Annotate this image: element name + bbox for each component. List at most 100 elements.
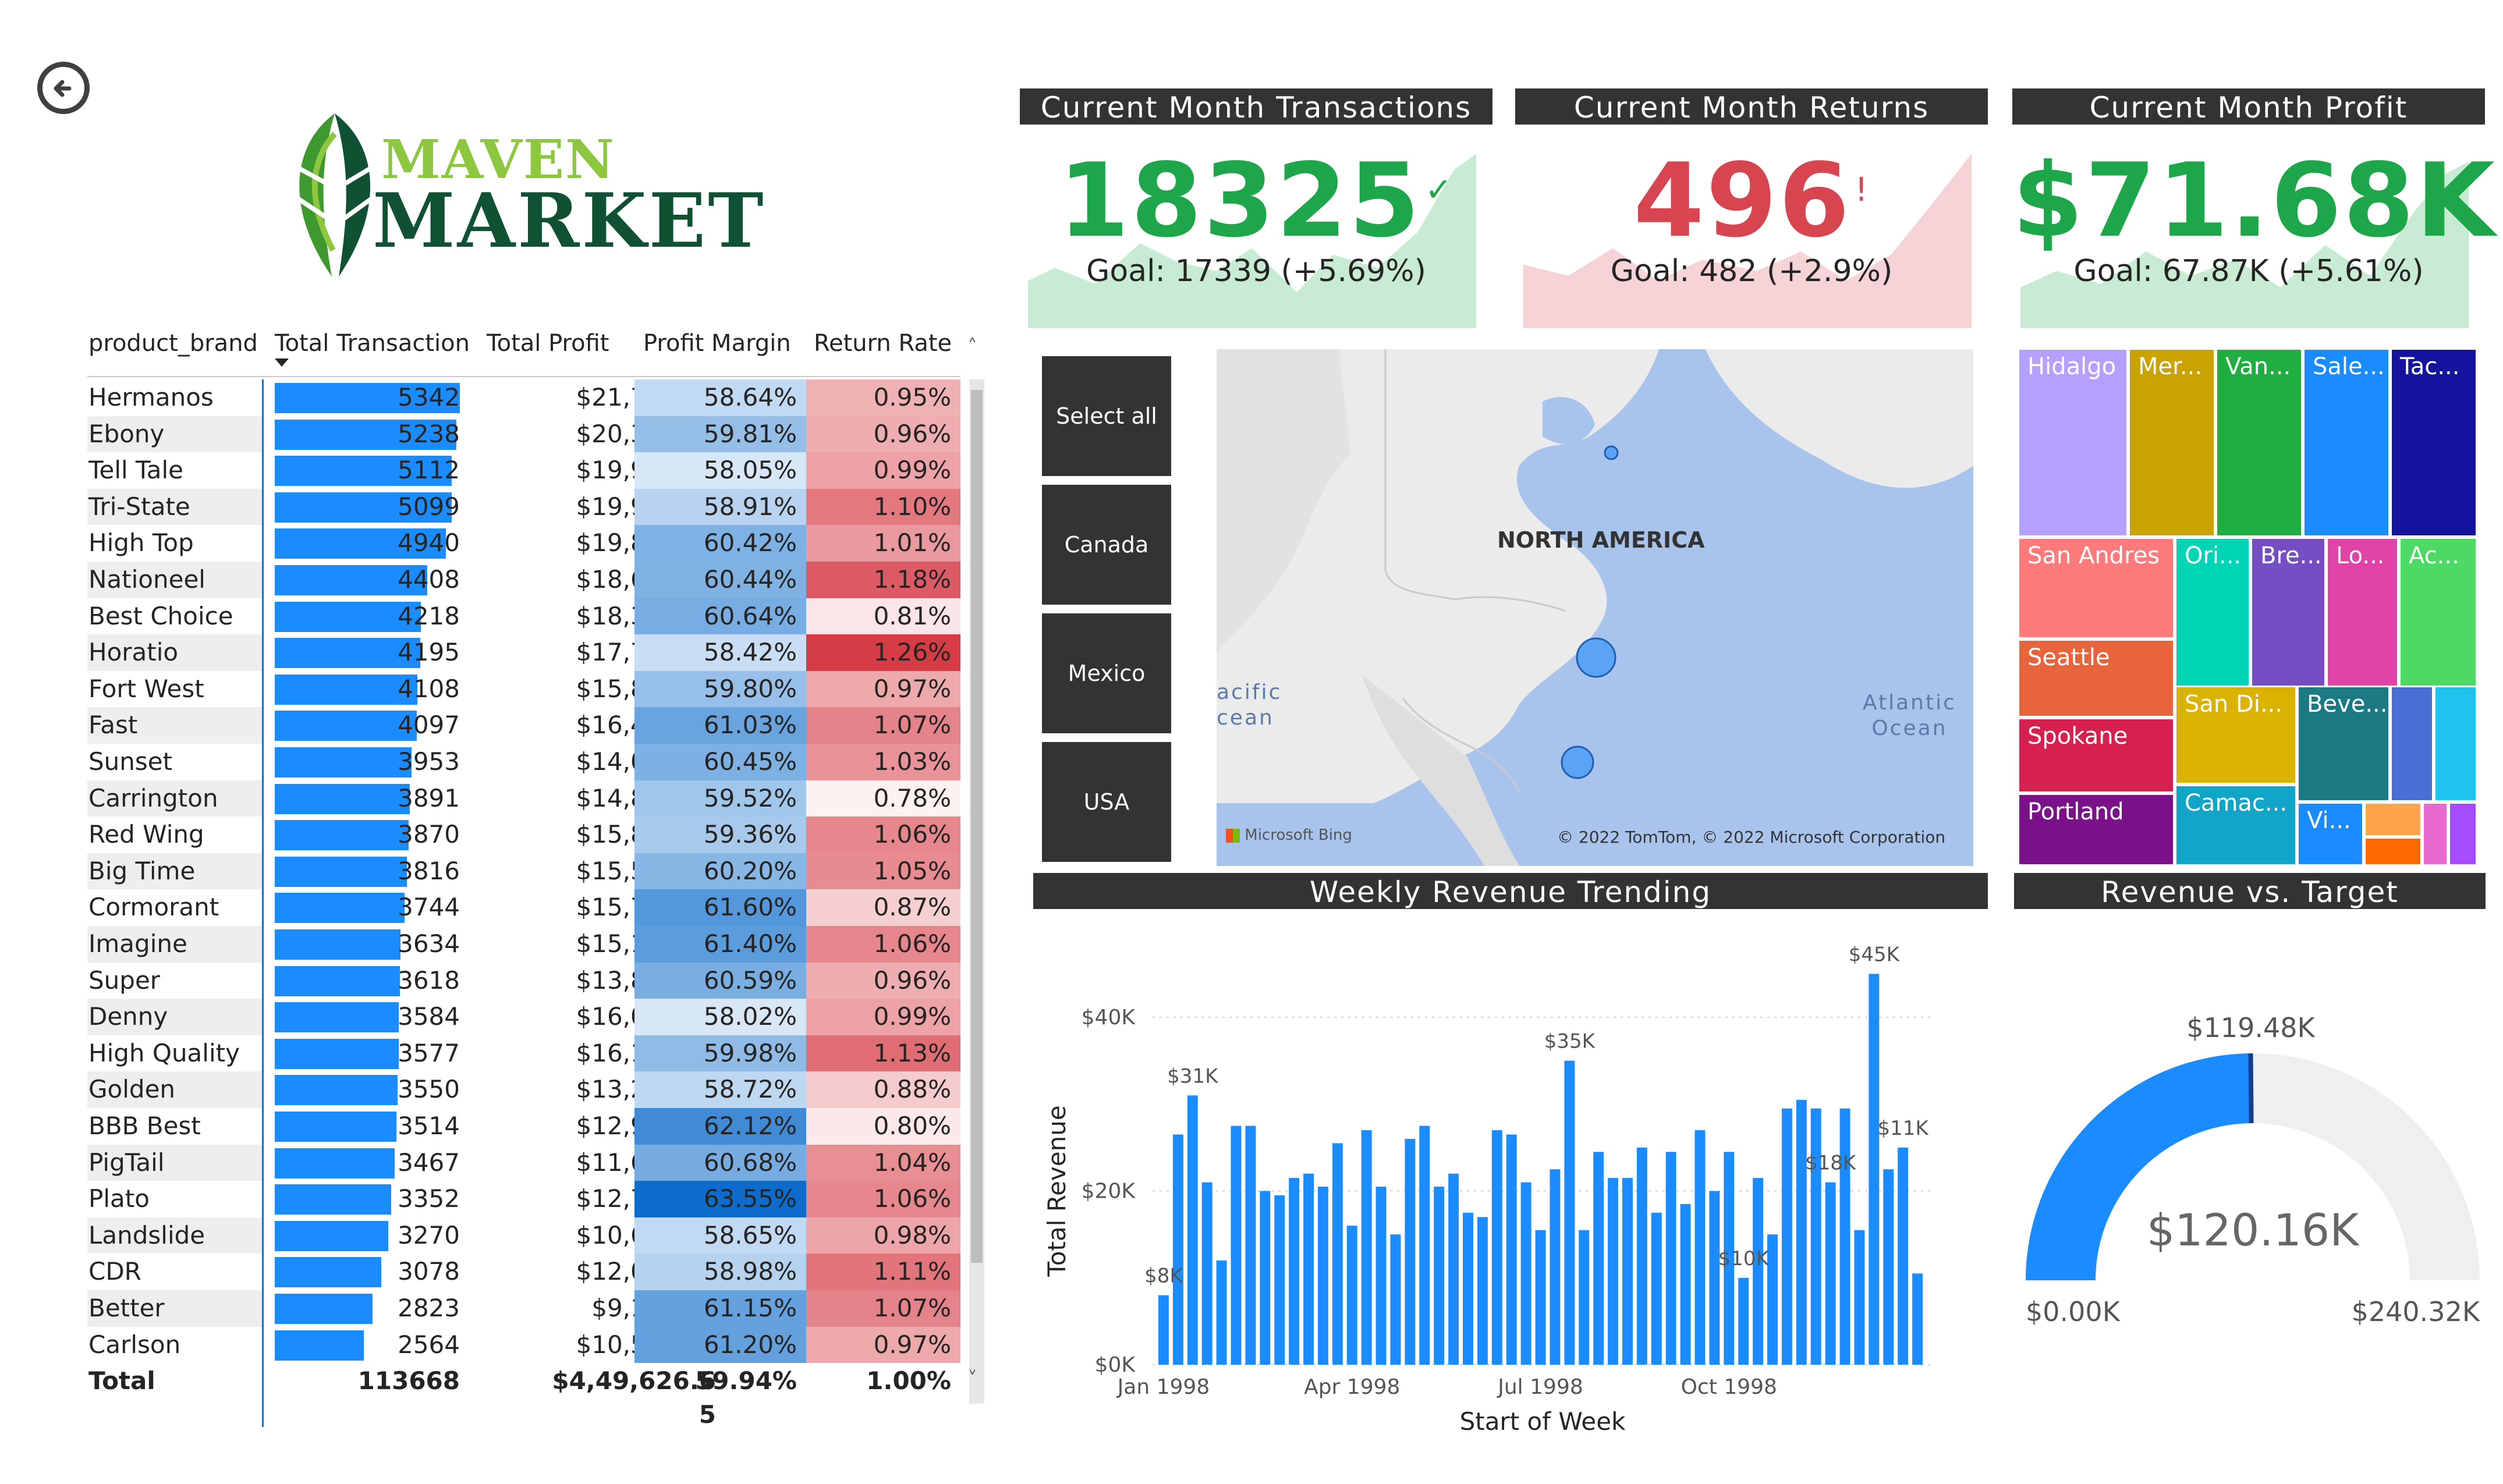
cell-margin: 58.72%: [634, 1071, 806, 1108]
map-ocean-right: Atlantic Ocean: [1863, 690, 1956, 741]
country-slicer-canada[interactable]: Canada: [1042, 485, 1171, 605]
treemap-tile[interactable]: [2364, 802, 2422, 837]
table-row[interactable]: Tell Tale5112$19,982.0358.05%0.99%: [87, 452, 960, 489]
table-scrollbar-thumb[interactable]: [971, 390, 983, 1263]
table-row[interactable]: CDR3078$12,062.1358.98%1.11%: [87, 1254, 960, 1290]
table-row[interactable]: PigTail3467$11,617.2560.68%1.04%: [87, 1144, 960, 1181]
treemap-tile[interactable]: [2422, 802, 2448, 866]
treemap-tile[interactable]: Mer...: [2128, 348, 2215, 537]
cell-transactions: 3352: [398, 1184, 460, 1213]
country-slicer-mexico[interactable]: Mexico: [1042, 613, 1171, 733]
cell-margin: 60.20%: [634, 853, 806, 890]
bing-logo: Microsoft Bing: [1226, 826, 1352, 844]
cell-brand: Sunset: [88, 747, 173, 776]
table-row[interactable]: Red Wing3870$15,869.5359.36%1.06%: [87, 816, 960, 853]
revenue-bar: [1375, 1187, 1387, 1365]
north-america-map: [1217, 349, 1973, 866]
cell-brand: Imagine: [88, 929, 187, 958]
brand-table: product_brand Total Transaction Total Pr…: [87, 326, 984, 1443]
sales-map[interactable]: NORTH AMERICA acific cean Atlantic Ocean…: [1217, 349, 1973, 866]
x-tick-label: Jul 1998: [1497, 1375, 1583, 1399]
cell-return-rate: 1.07%: [806, 707, 960, 744]
scroll-down-icon[interactable]: ˅: [967, 1368, 977, 1391]
treemap-tile[interactable]: Spokane: [2018, 718, 2175, 793]
column-header-margin[interactable]: Profit Margin: [643, 326, 791, 361]
table-row[interactable]: Best Choice4218$18,354.5360.64%0.81%: [87, 598, 960, 635]
table-row[interactable]: Sunset3953$14,018.0360.45%1.03%: [87, 744, 960, 780]
table-row[interactable]: Carrington3891$14,882.9759.52%0.78%: [87, 780, 960, 817]
treemap-tile[interactable]: San Andres: [2018, 537, 2175, 639]
treemap-tile[interactable]: San Di...: [2175, 686, 2297, 784]
y-tick-label: $40K: [1082, 1006, 1136, 1029]
revenue-bar: [1463, 1212, 1473, 1365]
cell-brand: Best Choice: [88, 601, 233, 630]
revenue-bar: [1665, 1152, 1676, 1365]
table-row[interactable]: High Top4940$19,810.4260.42%1.01%: [87, 525, 960, 562]
kpi-card[interactable]: $71.68K✓Goal: 67.87K (+5.61%): [2012, 125, 2503, 334]
revenue-bar: [1622, 1178, 1633, 1365]
cell-return-rate: 0.88%: [806, 1071, 960, 1108]
column-header-transactions[interactable]: Total Transaction: [275, 326, 470, 361]
cell-margin: 63.55%: [634, 1181, 806, 1217]
country-slicer-usa[interactable]: USA: [1042, 742, 1171, 862]
table-row[interactable]: Tri-State5099$19,979.8258.91%1.10%: [87, 488, 960, 526]
table-row[interactable]: Hermanos5342$21,753.1458.64%0.95%: [87, 379, 960, 416]
table-row[interactable]: Nationeel4408$18,616.8260.44%1.18%: [87, 562, 960, 598]
cell-return-rate: 0.87%: [806, 889, 960, 926]
table-row[interactable]: Ebony5238$20,353.7959.81%0.96%: [87, 416, 960, 453]
total-label: Total: [88, 1366, 155, 1396]
table-row[interactable]: High Quality3577$16,138.9359.98%1.13%: [87, 1035, 960, 1072]
revenue-bar: [1346, 1226, 1357, 1365]
table-row[interactable]: Golden3550$13,255.6258.72%0.88%: [87, 1071, 960, 1108]
scroll-up-icon[interactable]: ˄: [967, 335, 977, 358]
cell-brand: High Quality: [88, 1038, 240, 1067]
cell-margin: 58.64%: [634, 379, 806, 416]
table-row[interactable]: Carlson2564$10,533.9761.20%0.97%: [87, 1326, 960, 1364]
table-row[interactable]: Super3618$13,868.0760.59%0.96%: [87, 962, 960, 999]
table-row[interactable]: Plato3352$12,748.3763.55%1.06%: [87, 1181, 960, 1217]
back-button[interactable]: [37, 62, 90, 114]
treemap-tile[interactable]: Hidalgo: [2018, 348, 2128, 537]
cell-return-rate: 0.95%: [806, 379, 960, 416]
city-treemap[interactable]: Hidalgo Mer... Van... Sale... Tac... San Andr…: [2018, 348, 2477, 866]
treemap-tile[interactable]: [2448, 802, 2477, 866]
cell-return-rate: 1.06%: [806, 816, 960, 853]
treemap-tile[interactable]: Vi...: [2297, 802, 2364, 866]
column-header-brand[interactable]: product_brand: [88, 326, 258, 361]
cell-margin: 60.68%: [634, 1144, 806, 1181]
kpi-card[interactable]: 496! Goal: 482 (+2.9%): [1515, 125, 1988, 334]
table-row[interactable]: Imagine3634$15,102.4661.40%1.06%: [87, 926, 960, 963]
table-row[interactable]: BBB Best3514$12,991.3462.12%0.80%: [87, 1108, 960, 1145]
revenue-bar: [1753, 1178, 1764, 1365]
gauge-max-label: $240.32K: [2352, 1296, 2481, 1327]
table-row[interactable]: Fort West4108$15,834.2159.80%0.97%: [87, 670, 960, 708]
revenue-bar: [1680, 1203, 1691, 1365]
revenue-bar: [1216, 1260, 1227, 1365]
table-row[interactable]: Landslide3270$10,646.9358.65%0.98%: [87, 1217, 960, 1254]
treemap-tile[interactable]: Camac...: [2175, 784, 2297, 866]
column-header-profit[interactable]: Total Profit: [487, 326, 609, 361]
cell-return-rate: 1.06%: [806, 926, 960, 963]
treemap-tile[interactable]: Seattle: [2018, 639, 2175, 718]
country-slicer-select-all[interactable]: Select all: [1042, 356, 1171, 476]
treemap-tile[interactable]: Portland: [2018, 793, 2175, 866]
treemap-tile[interactable]: Van...: [2215, 348, 2303, 537]
cell-margin: 58.05%: [634, 452, 806, 489]
table-row[interactable]: Big Time3816$15,560.0960.20%1.05%: [87, 853, 960, 890]
table-row[interactable]: Denny3584$16,015.1958.02%0.99%: [87, 999, 960, 1035]
treemap-tile[interactable]: [2364, 837, 2422, 866]
table-row[interactable]: Horatio4195$17,736.8158.42%1.26%: [87, 634, 960, 671]
revenue-bar: [1491, 1130, 1502, 1365]
treemap-tile[interactable]: Beve...: [2297, 686, 2390, 802]
table-row[interactable]: Better2823$9,179.3261.15%1.07%: [87, 1290, 960, 1327]
treemap-tile[interactable]: Sale...: [2303, 348, 2390, 537]
table-row[interactable]: Fast4097$16,468.7661.03%1.07%: [87, 707, 960, 744]
kpi-value-text: 496: [1633, 142, 1852, 260]
weekly-revenue-chart[interactable]: $0K $20K $40K $8K $31K $35K $10K $18K $45K $11K Ja…: [1036, 931, 1944, 1443]
table-row[interactable]: Cormorant3744$15,749.3661.60%0.87%: [87, 889, 960, 926]
column-header-return-rate[interactable]: Return Rate: [814, 326, 952, 361]
treemap-tile[interactable]: [2434, 686, 2477, 802]
kpi-card[interactable]: 18325 ✓ Goal: 17339 (+5.69%): [1020, 125, 1492, 334]
treemap-tile[interactable]: [2390, 686, 2434, 802]
treemap-tile[interactable]: Tac...: [2390, 348, 2477, 537]
